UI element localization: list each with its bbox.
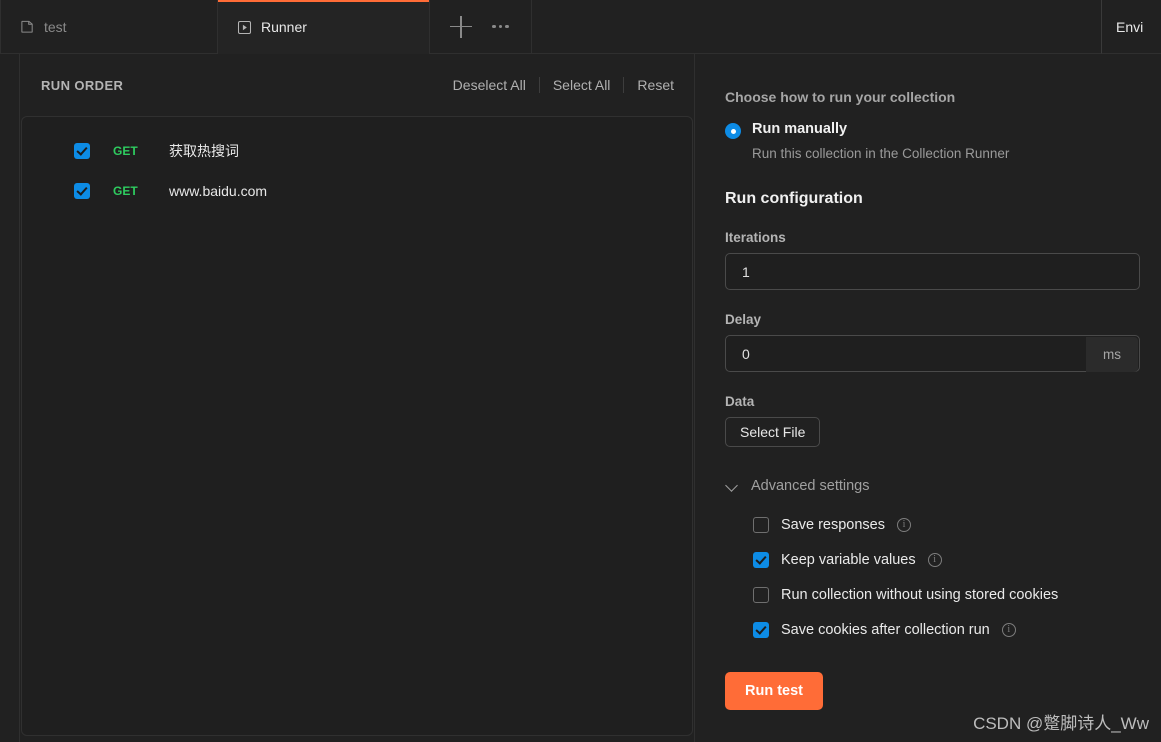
delay-label: Delay (725, 312, 762, 327)
request-name: 获取热搜词 (169, 143, 239, 159)
select-all-button[interactable]: Select All (540, 77, 624, 93)
environment-selector[interactable]: Envi (1101, 0, 1161, 54)
save-responses-checkbox[interactable] (753, 516, 769, 533)
advanced-settings-toggle[interactable]: Advanced settings (725, 478, 1139, 494)
data-label: Data (725, 394, 755, 409)
tab-bar: test Runner Envi (0, 0, 1161, 54)
list-item[interactable]: GET 获取热搜词 (22, 131, 692, 171)
environment-label: Envi (1116, 18, 1144, 35)
tab-test[interactable]: test (0, 0, 218, 54)
save-cookies-checkbox[interactable] (753, 621, 769, 638)
select-file-button[interactable]: Select File (725, 417, 821, 447)
request-name: www.baidu.com (169, 183, 268, 199)
info-icon[interactable]: i (927, 552, 942, 567)
run-test-button[interactable]: Run test (725, 672, 823, 710)
delay-input[interactable]: 0 ms (725, 335, 1140, 372)
run-without-stored-cookies-label: Run collection without using stored cook… (781, 586, 1059, 603)
advanced-settings-label: Advanced settings (751, 478, 870, 494)
advanced-settings-options: Save responses i Keep variable values i … (753, 507, 1139, 647)
chevron-down-icon (725, 479, 739, 493)
run-manually-option[interactable]: Run manually (725, 120, 1139, 139)
delay-unit: ms (1086, 337, 1138, 372)
tab-runner[interactable]: Runner (218, 0, 430, 54)
delay-value: 0 (742, 345, 750, 362)
tab-bar-filler (531, 0, 1101, 54)
save-cookies-label: Save cookies after collection run (781, 621, 990, 638)
more-options-icon[interactable] (490, 19, 511, 35)
info-icon[interactable]: i (896, 517, 911, 532)
collection-icon (19, 19, 35, 35)
iterations-input[interactable]: 1 (725, 253, 1140, 290)
request-checkbox[interactable] (74, 143, 90, 159)
run-manually-description: Run this collection in the Collection Ru… (752, 146, 1010, 161)
list-item[interactable]: GET www.baidu.com (22, 171, 692, 211)
new-tab-icon[interactable] (450, 15, 472, 38)
deselect-all-button[interactable]: Deselect All (440, 77, 539, 93)
run-configuration-panel: Choose how to run your collection Run ma… (696, 54, 1161, 742)
left-rail (0, 54, 20, 742)
iterations-value: 1 (742, 263, 750, 280)
run-order-panel: RUN ORDER Deselect All Select All Reset … (21, 54, 695, 742)
play-square-icon (236, 19, 252, 35)
save-responses-label: Save responses (781, 516, 885, 533)
run-order-header: RUN ORDER Deselect All Select All Reset (21, 54, 694, 116)
run-order-actions: Deselect All Select All Reset (440, 77, 674, 93)
run-manually-label: Run manually (752, 121, 848, 137)
keep-variable-values-label: Keep variable values (781, 551, 916, 568)
reset-button[interactable]: Reset (624, 77, 674, 93)
run-order-title: RUN ORDER (41, 77, 124, 93)
keep-variable-values-checkbox[interactable] (753, 551, 769, 568)
request-method: GET (113, 144, 138, 158)
request-checkbox[interactable] (74, 183, 90, 199)
option-save-responses[interactable]: Save responses i (753, 507, 1139, 542)
run-configuration-title: Run configuration (725, 190, 863, 207)
radio-selected-icon[interactable] (725, 123, 741, 139)
run-order-list: GET 获取热搜词 GET www.baidu.com (21, 116, 693, 736)
run-without-stored-cookies-checkbox[interactable] (753, 586, 769, 603)
postman-runner-window: test Runner Envi RUN ORDER Deselect All … (0, 0, 1161, 742)
iterations-label: Iterations (725, 230, 786, 245)
tab-bar-actions (430, 0, 532, 54)
option-run-without-stored-cookies[interactable]: Run collection without using stored cook… (753, 577, 1139, 612)
request-method: GET (113, 184, 138, 198)
tab-runner-label: Runner (261, 19, 307, 35)
tab-test-label: test (44, 18, 67, 35)
option-save-cookies[interactable]: Save cookies after collection run i (753, 612, 1139, 647)
choose-run-mode-heading: Choose how to run your collection (725, 89, 956, 105)
option-keep-variable-values[interactable]: Keep variable values i (753, 542, 1139, 577)
info-icon[interactable]: i (1001, 622, 1016, 637)
